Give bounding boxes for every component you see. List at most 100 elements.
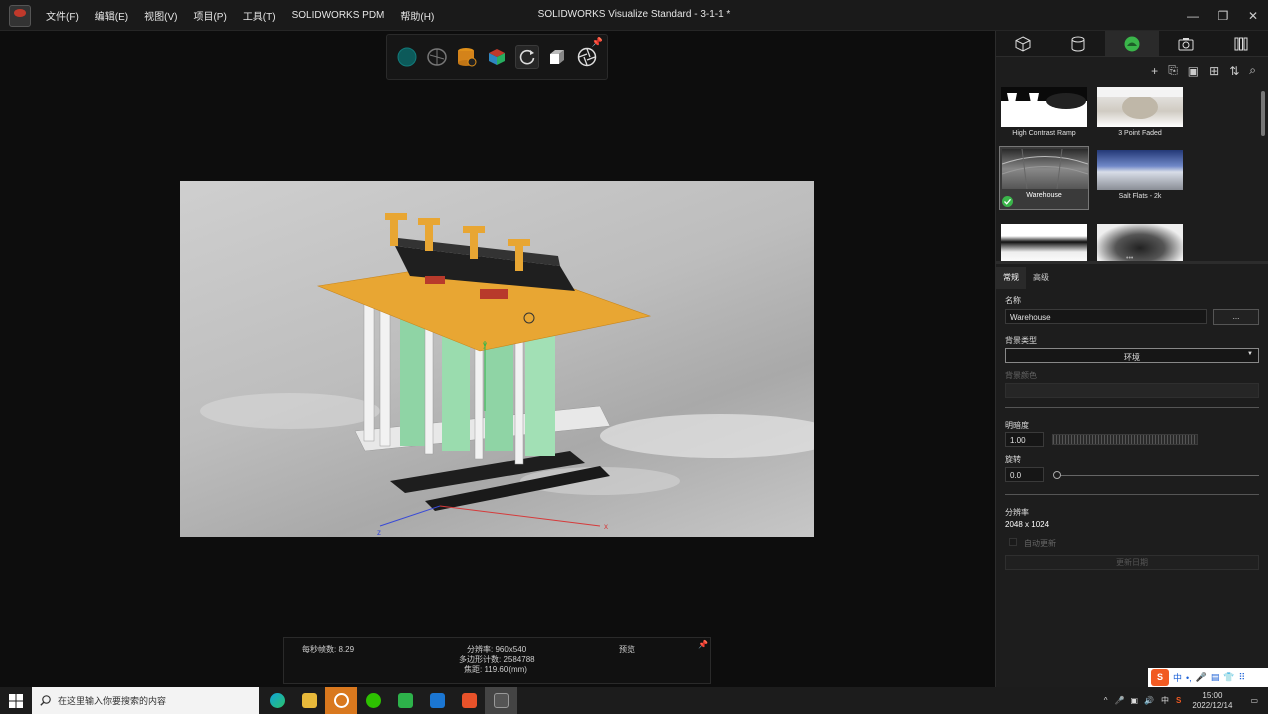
database-icon[interactable] [455, 45, 479, 69]
sphere-icon[interactable] [395, 45, 419, 69]
media-icon [429, 693, 445, 708]
aperture-icon[interactable] [575, 45, 599, 69]
menu-view[interactable]: 视图(V) [136, 8, 185, 23]
render-view[interactable]: z x y [180, 181, 814, 537]
tray-lang[interactable]: 中 [1157, 695, 1173, 706]
tab-cameras[interactable] [1159, 31, 1213, 56]
brightness-slider[interactable] [1052, 434, 1198, 445]
start-button[interactable] [0, 687, 32, 714]
import-icon[interactable]: ⎘ [1168, 63, 1178, 78]
sort-icon[interactable]: ⇅ [1229, 64, 1239, 78]
tab-general[interactable]: 常规 [996, 267, 1026, 289]
rotation-slider[interactable] [1056, 475, 1259, 476]
environment-icon [1124, 36, 1140, 51]
neural-icon[interactable] [425, 45, 449, 69]
panel-splitter[interactable]: ••• [996, 255, 1268, 264]
list-scrollbar[interactable] [1261, 91, 1265, 136]
menu-edit[interactable]: 编辑(E) [87, 8, 136, 23]
taskbar-wechat[interactable] [357, 687, 389, 714]
env-thumb-warehouse[interactable]: Warehouse [999, 146, 1089, 210]
apps-icon[interactable]: ⠿ [1239, 672, 1246, 683]
taskbar-edge[interactable] [261, 687, 293, 714]
env-thumb-3-point-faded[interactable]: 3 Point Faded [1097, 87, 1183, 145]
bg-type-select[interactable]: 环境 ▼ [1005, 348, 1259, 363]
props-tabs: 常规 高级 [996, 267, 1056, 289]
rotation-field[interactable]: 0.0 [1005, 467, 1044, 482]
axis-z-label: z [377, 528, 381, 537]
taskbar-media[interactable] [421, 687, 453, 714]
punct-icon[interactable]: •, [1186, 673, 1192, 683]
bg-color-label: 背景颜色 [1005, 371, 1037, 380]
taskbar-visualize[interactable] [485, 687, 517, 714]
keyboard-icon[interactable]: ▤ [1211, 672, 1220, 683]
menu-project[interactable]: 项目(P) [185, 8, 234, 23]
notification-icon[interactable]: ▭ [1240, 696, 1268, 705]
tab-environments[interactable] [1104, 31, 1160, 56]
name-label: 名称 [1005, 296, 1021, 305]
menu-pdm[interactable]: SOLIDWORKS PDM [284, 10, 393, 21]
wechat-icon [365, 693, 381, 708]
rotate-icon[interactable] [515, 45, 539, 69]
ime-lang[interactable]: 中 [1173, 671, 1182, 684]
pin-icon[interactable]: 📌 [592, 37, 603, 48]
chevron-down-icon: ▼ [1247, 351, 1253, 357]
clock[interactable]: 15:00 2022/12/14 [1184, 691, 1240, 711]
menu-tools[interactable]: 工具(T) [235, 8, 284, 23]
skin-icon[interactable]: 👕 [1223, 672, 1234, 683]
taskbar-recorder[interactable] [453, 687, 485, 714]
volume-icon[interactable]: 🔊 [1141, 696, 1157, 705]
taskbar-search[interactable]: 在这里输入你要搜索的内容 [32, 687, 259, 714]
tab-appearances[interactable] [1050, 31, 1104, 56]
tab-models[interactable] [996, 31, 1050, 56]
recorder-icon [461, 693, 477, 708]
taskbar-search-app[interactable] [325, 687, 357, 714]
env-thumb-6[interactable] [1097, 224, 1183, 261]
bg-type-value: 环境 [1124, 353, 1140, 362]
chevron-up-icon[interactable]: ^ [1100, 696, 1112, 705]
add-icon[interactable]: + [1151, 64, 1158, 78]
visualize-icon [493, 693, 509, 708]
mic-tray-icon[interactable]: 🎤 [1112, 696, 1128, 705]
sogou-tray-icon[interactable]: S [1173, 696, 1184, 705]
sogou-icon[interactable]: S [1151, 669, 1169, 686]
browse-button[interactable]: ... [1213, 309, 1259, 325]
menu-file[interactable]: 文件(F) [38, 8, 87, 23]
tab-advanced[interactable]: 高级 [1026, 267, 1056, 289]
brightness-field[interactable]: 1.00 [1005, 432, 1044, 447]
app-logo-icon[interactable] [9, 5, 31, 27]
name-field[interactable]: Warehouse [1005, 309, 1207, 324]
menu-help[interactable]: 帮助(H) [392, 8, 442, 23]
box-icon[interactable] [545, 45, 569, 69]
edge-icon [269, 693, 285, 708]
stats-pin-icon[interactable]: 📌 [698, 640, 708, 649]
view-toggle-icon[interactable]: ▣ [1188, 64, 1199, 78]
network-icon[interactable]: ▣ [1128, 696, 1142, 705]
search-icon[interactable]: ⌕ [1249, 63, 1256, 78]
taskbar: 在这里输入你要搜索的内容 ^ 🎤 ▣ 🔊 中 S 15:00 2022/12/1… [0, 687, 1268, 714]
rotation-knob[interactable] [1053, 471, 1061, 479]
auto-update-checkbox[interactable] [1009, 538, 1017, 546]
update-button[interactable]: 更新日期 [1005, 555, 1259, 570]
camera-icon [1178, 37, 1194, 50]
cube-color-icon[interactable] [485, 45, 509, 69]
restore-button[interactable]: ❐ [1208, 0, 1238, 31]
resolution-label: 分辨率 [1005, 508, 1029, 517]
minimize-button[interactable]: — [1178, 0, 1208, 31]
axis-x-label: x [604, 522, 608, 531]
env-thumb-high-contrast[interactable]: High Contrast Ramp [1001, 87, 1087, 145]
focal-text: 焦距: 119.60(mm) [464, 665, 527, 674]
close-button[interactable]: ✕ [1238, 0, 1268, 31]
viewport[interactable]: 📌 z x y 每秒帧数: 8.29 分辨率: 960x540 多边形计数: 2… [0, 31, 995, 687]
magnifier-icon [333, 693, 349, 708]
env-thumb-5[interactable] [1001, 224, 1087, 261]
taskbar-explorer[interactable] [293, 687, 325, 714]
taskbar-camtasia[interactable] [389, 687, 421, 714]
grid-icon[interactable]: ⊞ [1209, 64, 1219, 78]
tab-library[interactable] [1214, 31, 1268, 56]
library-icon [1234, 37, 1248, 50]
env-thumb-salt-flats[interactable]: Salt Flats - 2k [1097, 150, 1183, 208]
divider [1005, 407, 1259, 408]
splitter-handle[interactable]: ••• [1126, 255, 1133, 262]
mic-icon[interactable]: 🎤 [1196, 672, 1207, 683]
environment-properties: 名称 Warehouse ... 背景类型 环境 ▼ 背景颜色 明暗度 1.00… [996, 289, 1268, 689]
